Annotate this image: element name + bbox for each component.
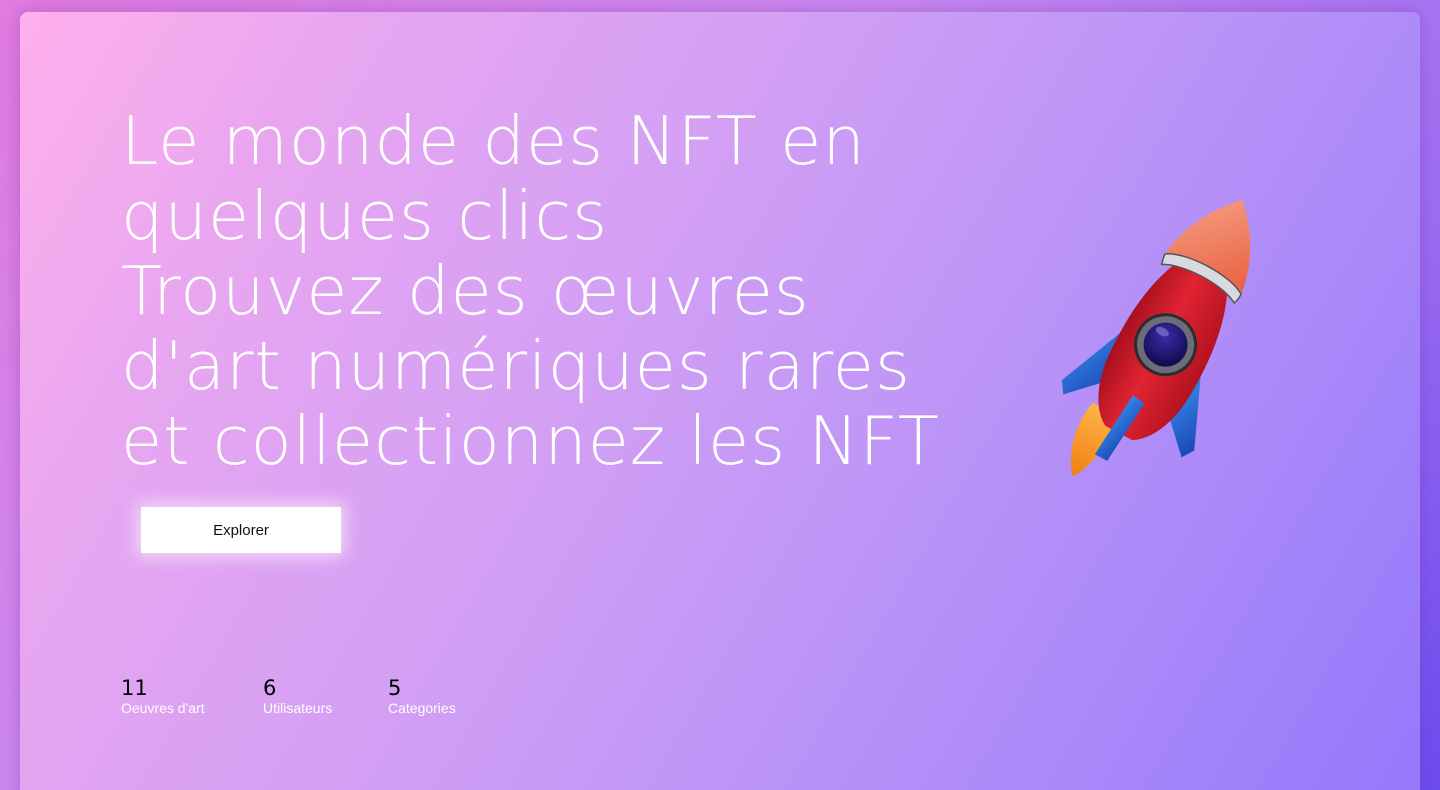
stat-categories: 5 Categories xyxy=(388,676,488,717)
stats-row: 11 Oeuvres d'art 6 Utilisateurs 5 Catego… xyxy=(121,676,488,717)
stat-categories-value: 5 xyxy=(388,676,402,700)
hero-card: Le monde des NFT en quelques clics Trouv… xyxy=(20,12,1420,790)
stat-users-label: Utilisateurs xyxy=(263,700,333,716)
headline-line-1: Le monde des NFT en quelques clics xyxy=(121,102,866,255)
stat-artworks-label: Oeuvres d'art xyxy=(121,700,205,716)
stat-categories-label: Categories xyxy=(388,700,456,716)
explore-button[interactable]: Explorer xyxy=(141,507,341,553)
stat-users: 6 Utilisateurs xyxy=(263,676,388,717)
headline-line-2: Trouvez des œuvres d'art numériques rare… xyxy=(121,252,940,480)
hero-headline: Le monde des NFT en quelques clics Trouv… xyxy=(121,104,981,479)
rocket-icon xyxy=(1061,199,1251,477)
stat-users-value: 6 xyxy=(263,676,277,700)
stat-artworks-value: 11 xyxy=(121,676,148,700)
stat-artworks: 11 Oeuvres d'art xyxy=(121,676,263,717)
